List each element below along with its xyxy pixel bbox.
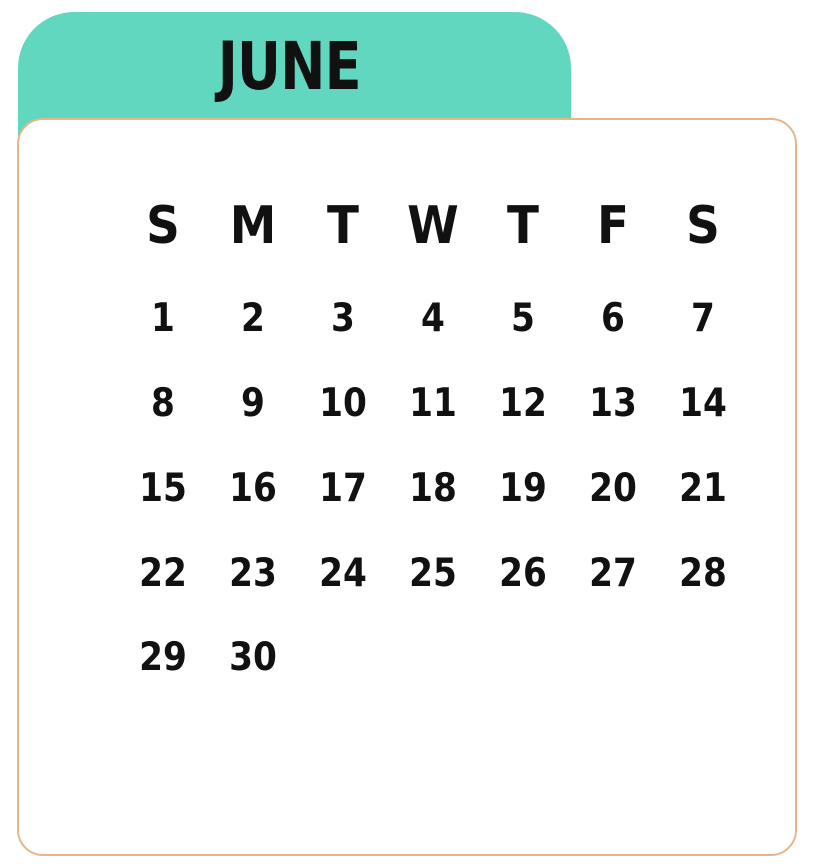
week-row: 1 2 3 4 5 6 7 [118,288,748,348]
day-29[interactable]: 29 [123,627,202,687]
day-20[interactable]: 20 [573,458,652,518]
day-4[interactable]: 4 [393,288,472,348]
week-row: 29 30 [118,627,748,687]
day-26[interactable]: 26 [483,543,562,603]
day-21[interactable]: 21 [663,458,742,518]
week-row: 8 9 10 11 12 13 14 [118,373,748,433]
day-27[interactable]: 27 [573,543,652,603]
day-28[interactable]: 28 [663,543,742,603]
day-23[interactable]: 23 [213,543,292,603]
weekday-header: S M T W T F S [118,192,748,260]
empty-day-cell [298,627,388,687]
day-2[interactable]: 2 [213,288,292,348]
weekday-tuesday: T [327,196,359,256]
day-19[interactable]: 19 [483,458,562,518]
weekday-saturday: S [686,196,720,256]
day-22[interactable]: 22 [123,543,202,603]
week-row: 15 16 17 18 19 20 21 [118,458,748,518]
empty-day-cell [568,627,658,687]
month-label: JUNE [217,27,362,105]
day-7[interactable]: 7 [663,288,742,348]
weekday-monday: M [229,196,277,256]
day-17[interactable]: 17 [303,458,382,518]
day-6[interactable]: 6 [573,288,652,348]
day-11[interactable]: 11 [393,373,472,433]
week-row: 22 23 24 25 26 27 28 [118,543,748,603]
day-25[interactable]: 25 [393,543,472,603]
day-10[interactable]: 10 [303,373,382,433]
day-8[interactable]: 8 [123,373,202,433]
day-1[interactable]: 1 [123,288,202,348]
calendar-card: S M T W T F S 1 2 3 4 5 6 7 8 9 10 11 12… [17,118,797,856]
day-12[interactable]: 12 [483,373,562,433]
empty-day-cell [478,627,568,687]
weekday-wednesday: W [407,196,459,256]
day-30[interactable]: 30 [213,627,292,687]
day-5[interactable]: 5 [483,288,562,348]
weekday-thursday: T [507,196,539,256]
calendar-widget: JUNE S M T W T F S 1 2 3 4 5 6 7 8 9 10 … [0,0,817,867]
weekday-sunday: S [146,196,180,256]
day-15[interactable]: 15 [123,458,202,518]
day-16[interactable]: 16 [213,458,292,518]
empty-day-cell [388,627,478,687]
day-3[interactable]: 3 [303,288,382,348]
day-9[interactable]: 9 [213,373,292,433]
day-24[interactable]: 24 [303,543,382,603]
month-title: JUNE [18,12,571,120]
empty-day-cell [658,627,748,687]
day-14[interactable]: 14 [663,373,742,433]
day-18[interactable]: 18 [393,458,472,518]
day-13[interactable]: 13 [573,373,652,433]
weekday-friday: F [597,196,629,256]
